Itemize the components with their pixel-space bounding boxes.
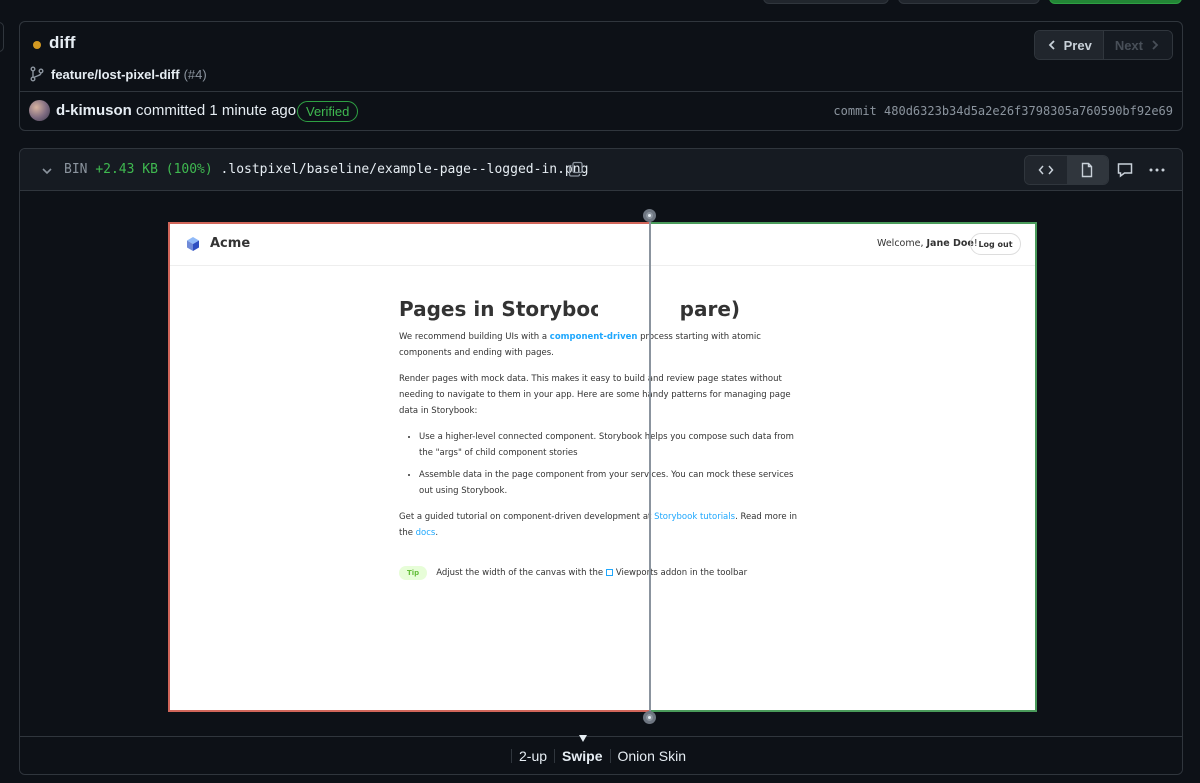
tip-text: Adjust the width of the canvas with the … (436, 565, 747, 581)
image-diff-canvas: Acme Welcome, Jane Doe! Log out Pages in… (20, 191, 1182, 738)
mode-2up[interactable]: 2-up (511, 748, 554, 763)
storybook-list: Use a higher-level connected component. … (419, 429, 809, 499)
mode-swipe[interactable]: Swipe (554, 748, 609, 763)
storybook-list-item: Use a higher-level connected component. … (419, 429, 809, 461)
prev-button[interactable]: Prev (1034, 31, 1103, 59)
storybook-tip: Tip Adjust the width of the canvas with … (399, 565, 809, 581)
commit-title: diff (49, 33, 76, 52)
tip-badge: Tip (399, 566, 428, 580)
commit-sha: commit 480d6323b34d5a2e26f3798305a760590… (833, 104, 1173, 118)
logout-button: Log out (970, 233, 1021, 255)
left-edge-tab (0, 22, 4, 52)
next-button[interactable]: Next (1102, 31, 1172, 59)
storybook-title-text: Pages in Storybook (compare) (399, 297, 741, 321)
chevron-left-icon (1048, 40, 1055, 50)
top-primary-button[interactable] (1049, 0, 1182, 4)
status-dot (33, 41, 41, 49)
branch-name[interactable]: feature/lost-pixel-diff (51, 67, 180, 82)
code-icon (1038, 165, 1054, 175)
welcome-prefix: Welcome, (877, 238, 927, 249)
p3-text-a: Get a guided tutorial on component-drive… (399, 512, 655, 522)
welcome-text: Welcome, Jane Doe! (877, 238, 978, 249)
tip-text-a: Adjust the width of the canvas with the (436, 568, 606, 578)
commit-author-line: d-kimuson committed 1 minute ago (56, 102, 296, 119)
kebab-menu-icon[interactable] (1148, 161, 1166, 179)
swipe-handle-bottom[interactable] (643, 711, 656, 724)
storybook-paragraph-3: Get a guided tutorial on component-drive… (399, 509, 809, 541)
author-name[interactable]: d-kimuson (56, 102, 132, 119)
storybook-paragraph-1: We recommend building UIs with a compone… (399, 329, 809, 361)
component-driven-link: component-driven (549, 332, 638, 342)
git-branch-icon (30, 66, 44, 82)
prev-label: Prev (1063, 37, 1092, 53)
p1-text-a: We recommend building UIs with a (399, 332, 550, 342)
top-button-2[interactable] (898, 0, 1040, 4)
swipe-handle-top[interactable] (643, 209, 656, 222)
file-header: BIN +2.43 KB (100%) .lostpixel/baseline/… (20, 149, 1182, 191)
file-icon (1082, 162, 1093, 178)
file-path[interactable]: .lostpixel/baseline/example-page--logged… (221, 162, 589, 177)
tip-text-b: Viewports addon in the toolbar (615, 568, 748, 578)
source-view-button[interactable] (1025, 156, 1067, 184)
chevron-right-icon (1152, 40, 1159, 50)
next-label: Next (1114, 37, 1143, 53)
mode-onion-skin[interactable]: Onion Skin (609, 748, 693, 763)
diff-mode-bar: 2-up Swipe Onion Skin (20, 735, 1182, 774)
chevron-down-icon[interactable] (41, 165, 53, 177)
top-button-1[interactable] (763, 0, 889, 4)
viewport-icon (605, 569, 613, 576)
storybook-header: Acme Welcome, Jane Doe! Log out (168, 222, 1037, 266)
swipe-divider[interactable] (649, 215, 651, 719)
commit-pager: Prev Next (1033, 30, 1173, 60)
storybook-tutorials-link: Storybook tutorials (654, 512, 736, 522)
p3-text-c: . (435, 528, 439, 538)
file-diff: BIN +2.43 KB (100%) .lostpixel/baseline/… (19, 148, 1183, 775)
storybook-list-item: Assemble data in the page component from… (419, 467, 809, 499)
title-swipe-mask (598, 296, 680, 324)
file-meta: BIN +2.43 KB (100%) .lostpixel/baseline/… (64, 162, 588, 177)
comment-icon[interactable] (1116, 161, 1134, 179)
commit-action: committed (136, 102, 206, 119)
verified-badge[interactable]: Verified (297, 101, 359, 122)
storybook-brand: Acme (210, 236, 251, 251)
active-mode-caret (579, 735, 587, 742)
copy-icon[interactable] (568, 161, 584, 177)
commit-header: diff feature/lost-pixel-diff (#4) Prev Ne… (19, 21, 1183, 131)
file-type: BIN (64, 162, 88, 177)
screenshot-image: Acme Welcome, Jane Doe! Log out Pages in… (168, 222, 1037, 712)
commit-sha-prefix: commit (833, 104, 877, 118)
pr-reference[interactable]: (#4) (184, 67, 207, 82)
docs-link: docs (415, 528, 436, 538)
view-toggle (1024, 155, 1109, 185)
storybook-paragraph-2: Render pages with mock data. This makes … (399, 374, 791, 416)
storybook-title: Pages in Storybook (compare) (399, 296, 809, 324)
branch-link[interactable]: feature/lost-pixel-diff (#4) (51, 67, 207, 82)
author-avatar[interactable] (29, 100, 50, 121)
user-name: Jane Doe (926, 238, 974, 249)
rich-view-button[interactable] (1066, 156, 1108, 184)
commit-time: 1 minute ago (209, 102, 297, 119)
acme-logo-icon (187, 237, 199, 251)
storybook-content: Pages in Storybook (compare) We recommen… (399, 296, 809, 581)
commit-sha-value: 480d6323b34d5a2e26f3798305a760590bf92e69 (884, 104, 1173, 118)
file-size-change: +2.43 KB (100%) (95, 162, 213, 177)
